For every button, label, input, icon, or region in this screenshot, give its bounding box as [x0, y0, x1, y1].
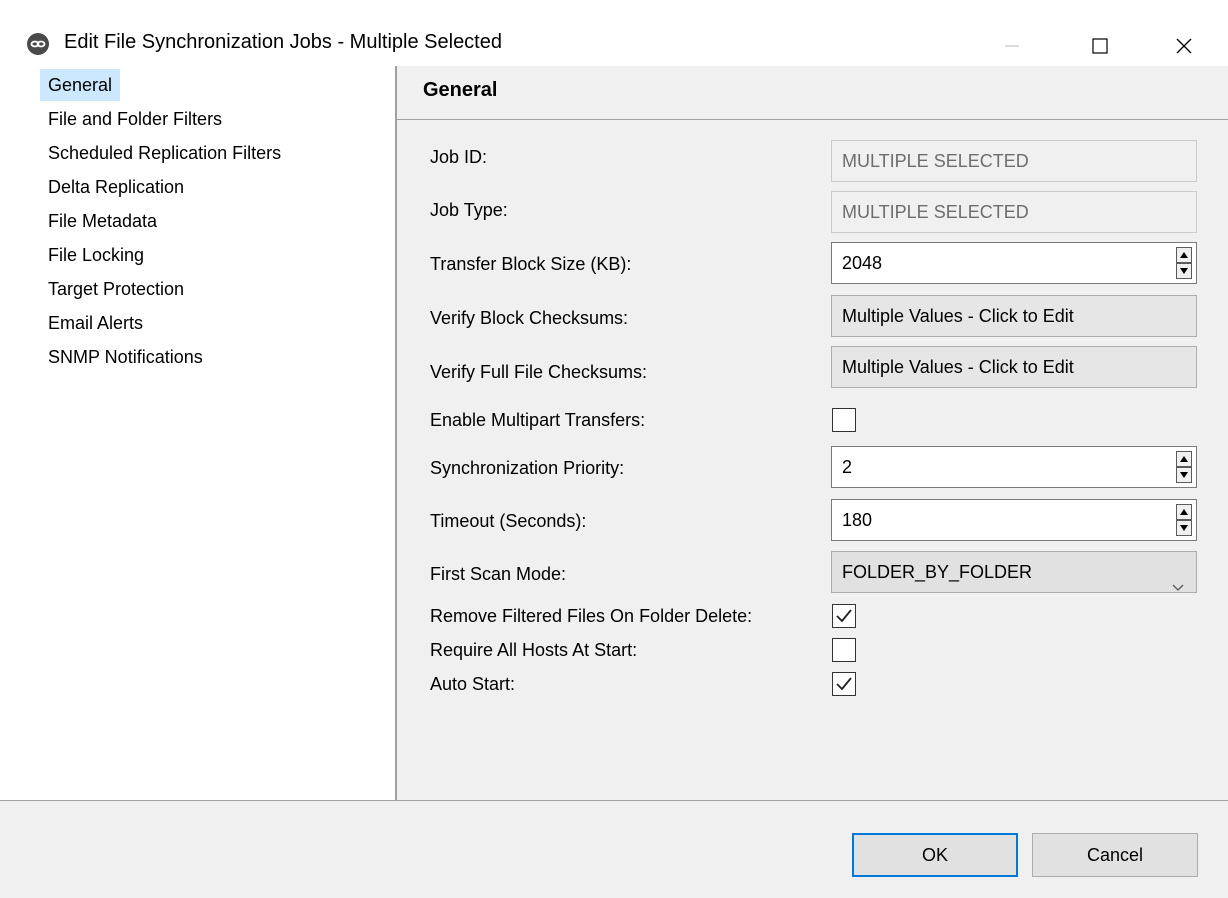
- nav-item-email-alerts[interactable]: Email Alerts: [40, 307, 151, 339]
- window-top-edge: [0, 0, 1228, 10]
- arrow-down-icon: [1180, 472, 1188, 478]
- nav-item-file-and-folder-filters[interactable]: File and Folder Filters: [40, 103, 230, 135]
- increment-button[interactable]: [1176, 451, 1192, 467]
- arrow-down-icon: [1180, 525, 1188, 531]
- checkmark-icon: [836, 677, 852, 691]
- synchronization-priority-label: Synchronization Priority:: [430, 458, 625, 478]
- timeout-seconds-label: Timeout (Seconds):: [430, 511, 587, 531]
- arrow-up-icon: [1180, 252, 1188, 258]
- job-type-label: Job Type:: [430, 200, 508, 220]
- settings-nav: General File and Folder Filters Schedule…: [0, 66, 395, 800]
- title-bar[interactable]: Edit File Synchronization Jobs - Multipl…: [0, 10, 1228, 66]
- dialog-window: Edit File Synchronization Jobs - Multipl…: [0, 0, 1228, 898]
- enable-multipart-transfers-checkbox[interactable]: [832, 408, 856, 432]
- transfer-block-size-label: Transfer Block Size (KB):: [430, 254, 632, 274]
- verify-full-file-checksums-label: Verify Full File Checksums:: [430, 362, 648, 382]
- chevron-down-icon: [1172, 566, 1184, 606]
- transfer-block-size-spinner[interactable]: 2048: [831, 242, 1197, 284]
- content-header: General: [397, 66, 1228, 120]
- nav-item-scheduled-replication-filters[interactable]: Scheduled Replication Filters: [40, 137, 289, 169]
- require-all-hosts-checkbox[interactable]: [832, 638, 856, 662]
- content-panel: General Job ID: MULTIPLE SELECTED Job Ty…: [397, 66, 1228, 800]
- increment-button[interactable]: [1176, 504, 1192, 520]
- nav-item-target-protection[interactable]: Target Protection: [40, 273, 192, 305]
- page-title: General: [423, 79, 498, 101]
- timeout-seconds-stepper[interactable]: [1176, 504, 1192, 536]
- synchronization-priority-value[interactable]: 2: [842, 457, 852, 477]
- arrow-down-icon: [1180, 268, 1188, 274]
- auto-start-checkbox[interactable]: [832, 672, 856, 696]
- nav-item-file-locking[interactable]: File Locking: [40, 239, 152, 271]
- synchronization-priority-stepper[interactable]: [1176, 451, 1192, 483]
- minimize-icon: [1003, 37, 1021, 60]
- verify-block-checksums-label: Verify Block Checksums:: [430, 308, 629, 328]
- auto-start-label: Auto Start:: [430, 674, 516, 694]
- increment-button[interactable]: [1176, 247, 1192, 263]
- remove-filtered-files-label: Remove Filtered Files On Folder Delete:: [430, 606, 753, 626]
- remove-filtered-files-checkbox[interactable]: [832, 604, 856, 628]
- timeout-seconds-spinner[interactable]: 180: [831, 499, 1197, 541]
- first-scan-mode-value[interactable]: FOLDER_BY_FOLDER: [842, 562, 1032, 582]
- require-all-hosts-label: Require All Hosts At Start:: [430, 640, 638, 660]
- nav-item-file-metadata[interactable]: File Metadata: [40, 205, 165, 237]
- job-id-field: MULTIPLE SELECTED: [831, 140, 1197, 182]
- arrow-up-icon: [1180, 509, 1188, 515]
- verify-block-checksums-button[interactable]: Multiple Values - Click to Edit: [831, 295, 1197, 337]
- job-type-field: MULTIPLE SELECTED: [831, 191, 1197, 233]
- window-title: Edit File Synchronization Jobs - Multipl…: [64, 31, 502, 53]
- nav-item-general[interactable]: General: [40, 69, 121, 101]
- first-scan-mode-select[interactable]: FOLDER_BY_FOLDER: [831, 551, 1197, 593]
- decrement-button[interactable]: [1176, 467, 1192, 483]
- maximize-icon: [1091, 37, 1109, 60]
- enable-multipart-transfers-label: Enable Multipart Transfers:: [430, 410, 646, 430]
- close-icon: [1175, 37, 1193, 60]
- app-icon: [26, 32, 50, 56]
- decrement-button[interactable]: [1176, 263, 1192, 279]
- arrow-up-icon: [1180, 456, 1188, 462]
- first-scan-mode-label: First Scan Mode:: [430, 564, 567, 584]
- cancel-button[interactable]: Cancel: [1032, 833, 1198, 877]
- ok-button[interactable]: OK: [852, 833, 1018, 877]
- synchronization-priority-spinner[interactable]: 2: [831, 446, 1197, 488]
- nav-item-snmp-notifications[interactable]: SNMP Notifications: [40, 341, 211, 373]
- checkmark-icon: [836, 609, 852, 623]
- transfer-block-size-value[interactable]: 2048: [842, 253, 882, 273]
- job-id-label: Job ID:: [430, 147, 488, 167]
- nav-item-delta-replication[interactable]: Delta Replication: [40, 171, 192, 203]
- timeout-seconds-value[interactable]: 180: [842, 510, 872, 530]
- verify-full-file-checksums-button[interactable]: Multiple Values - Click to Edit: [831, 346, 1197, 388]
- transfer-block-size-stepper[interactable]: [1176, 247, 1192, 279]
- dialog-footer: OK Cancel: [0, 800, 1228, 898]
- decrement-button[interactable]: [1176, 520, 1192, 536]
